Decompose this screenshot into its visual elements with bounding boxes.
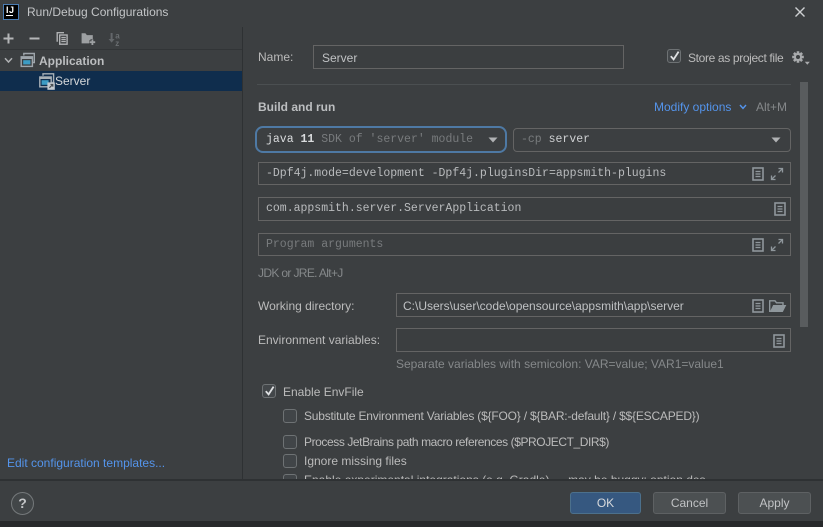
svg-text:z: z xyxy=(115,39,119,46)
